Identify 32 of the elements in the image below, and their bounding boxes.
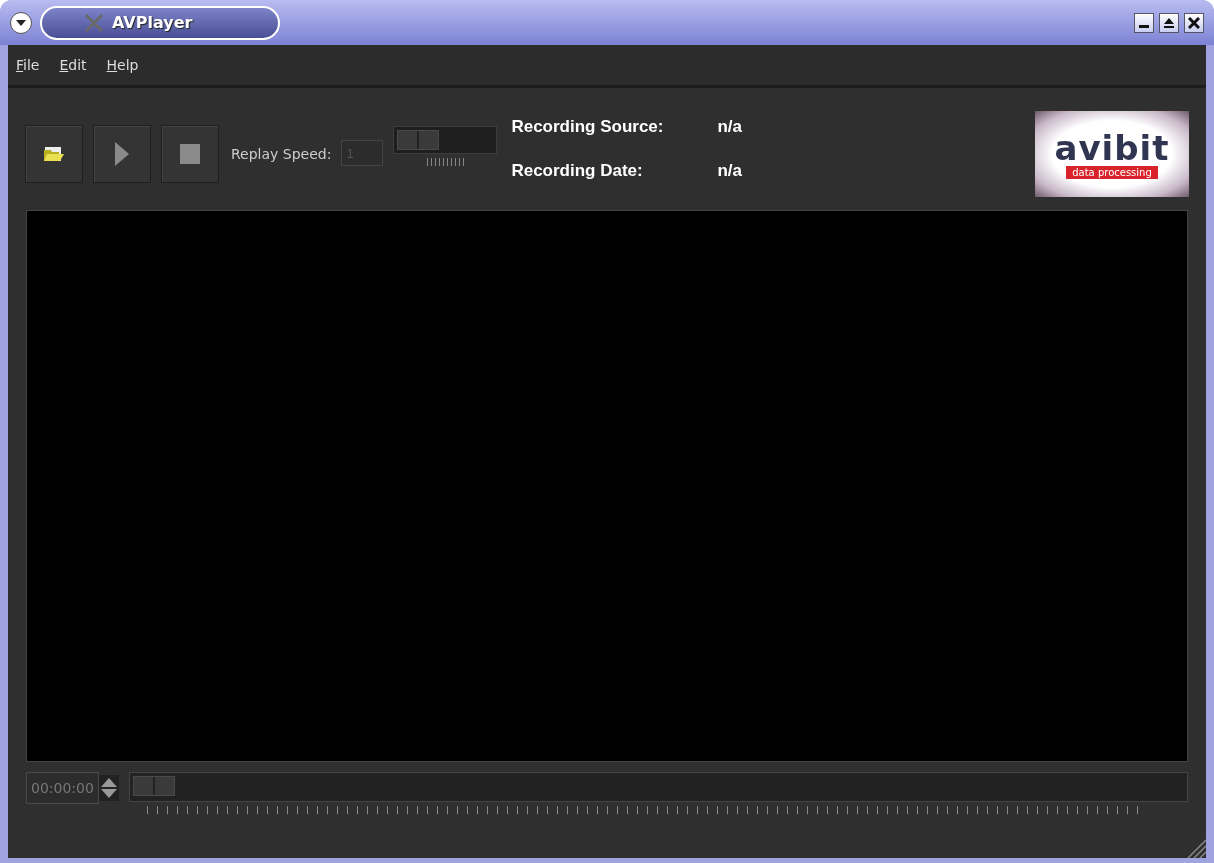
slider-thumb[interactable] bbox=[397, 130, 440, 150]
time-value: 00:00:00 bbox=[26, 772, 99, 804]
open-button[interactable] bbox=[25, 125, 83, 183]
info-label: Recording Date: bbox=[511, 161, 644, 181]
play-button[interactable] bbox=[93, 125, 151, 183]
play-icon bbox=[114, 141, 130, 167]
logo-name: avibit bbox=[1054, 129, 1170, 166]
close-icon bbox=[1188, 16, 1200, 29]
menu-item[interactable]: Edit bbox=[59, 57, 87, 73]
info-label: Recording Source: bbox=[511, 117, 665, 137]
x-icon bbox=[84, 12, 104, 33]
window-menu-button[interactable] bbox=[10, 11, 32, 34]
menu-item[interactable]: Help bbox=[106, 57, 139, 73]
tick-marks bbox=[426, 158, 464, 166]
slider-thumb[interactable] bbox=[132, 776, 175, 796]
replay-speed-label: Replay Speed: bbox=[231, 146, 332, 162]
stop-icon bbox=[180, 144, 200, 164]
info-value: n/a bbox=[717, 117, 742, 137]
logo-tagline: data processing bbox=[1066, 165, 1158, 179]
eject-icon bbox=[1163, 16, 1175, 29]
minimize-icon bbox=[1139, 25, 1149, 28]
info-value: n/a bbox=[717, 161, 742, 181]
caret-icon bbox=[16, 18, 26, 27]
speed-slider[interactable] bbox=[393, 126, 498, 154]
window-title: AVPlayer bbox=[112, 13, 193, 32]
stop-button[interactable] bbox=[161, 125, 219, 183]
minimize-button[interactable] bbox=[1134, 12, 1154, 33]
close-button[interactable] bbox=[1184, 12, 1204, 33]
menu-item[interactable]: File bbox=[16, 57, 40, 73]
position-slider[interactable] bbox=[128, 772, 1188, 802]
maximize-button[interactable] bbox=[1159, 12, 1179, 33]
folder-icon bbox=[43, 145, 65, 163]
